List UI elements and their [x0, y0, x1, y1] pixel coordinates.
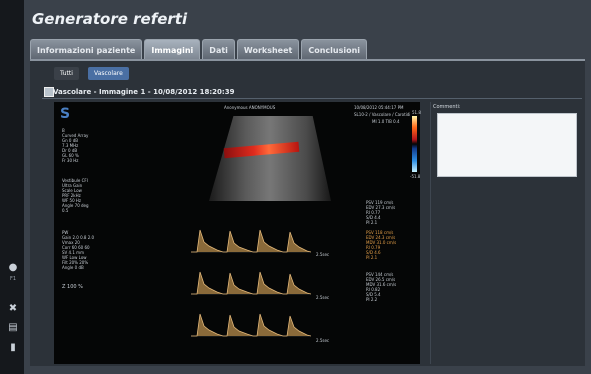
comments-label: Commenti: [433, 104, 461, 110]
meas-1-pi: PI 2.1 [366, 220, 378, 225]
doppler-strip-1 [191, 229, 311, 253]
doppler-strip-3 [191, 313, 311, 337]
meas-3-pi: PI 2.2 [366, 297, 378, 302]
zoom-level: Z 100 % [62, 284, 83, 290]
comments-textarea[interactable] [437, 113, 577, 177]
info-icon[interactable]: ● [7, 262, 19, 274]
close-icon[interactable]: ✖ [7, 303, 19, 315]
velocity-colorbar [412, 116, 417, 172]
tab-bar: Informazioni paziente Immagini Dati Work… [30, 39, 368, 60]
page-title: Generatore referti [32, 10, 188, 28]
image-header: Vascolare - Immagine 1 - 10/08/2012 18:2… [53, 88, 235, 96]
mi-tib: MI 1.0 TIB 0.4 [372, 119, 400, 124]
meas-2-pi: PI 2.1 [366, 255, 378, 260]
doppler-waveforms [191, 229, 311, 337]
bar-icon[interactable]: ▮ [7, 342, 19, 354]
main-panel: Generatore referti Informazioni paziente… [24, 0, 591, 374]
param-pw-8: Angle 0 dB [62, 265, 84, 270]
probe-info: SL10-2 / Vascolare / Carotidi [354, 112, 411, 117]
info-label: F1 [9, 276, 17, 282]
filter-vascular-button[interactable]: Vascolare [88, 67, 129, 80]
comments-panel: Commenti: [430, 102, 583, 364]
tab-conclusions[interactable]: Conclusioni [301, 39, 368, 60]
time-label-1: 2.5sec [316, 252, 330, 257]
scale-top: 51.8 [412, 110, 421, 115]
time-label-3: 2.5sec [316, 338, 330, 343]
logo-icon: S [60, 106, 71, 122]
patient-name: Anonymous ANONYMOUS [224, 105, 276, 110]
tab-images[interactable]: Immagini [144, 39, 201, 60]
tab-worksheet[interactable]: Worksheet [236, 39, 300, 60]
time-label-2: 2.5sec [316, 295, 330, 300]
param-cfi-7: 0.5 [62, 208, 69, 213]
tab-data[interactable]: Dati [202, 39, 235, 60]
ultrasound-image[interactable]: S Anonymous ANONYMOUS 10/08/2012 05:44:1… [54, 102, 421, 364]
left-toolbar: ● F1 ✖ ▤ ▮ [0, 0, 24, 374]
doppler-strip-2 [191, 271, 311, 295]
divider [42, 98, 582, 99]
app-frame: ● F1 ✖ ▤ ▮ Generatore referti Informazio… [0, 0, 591, 374]
bmode-image [209, 116, 331, 201]
print-icon[interactable]: ▤ [7, 322, 19, 334]
images-panel: Tutti Vascolare Vascolare - Immagine 1 -… [30, 61, 585, 366]
tab-patient-info[interactable]: Informazioni paziente [30, 39, 143, 60]
scale-bottom: -51.8 [410, 174, 421, 179]
param-b-7: Fr 30 Hz [62, 158, 79, 163]
filter-all-button[interactable]: Tutti [54, 67, 79, 80]
image-datetime: 10/08/2012 05:44:17 PM [354, 105, 404, 110]
